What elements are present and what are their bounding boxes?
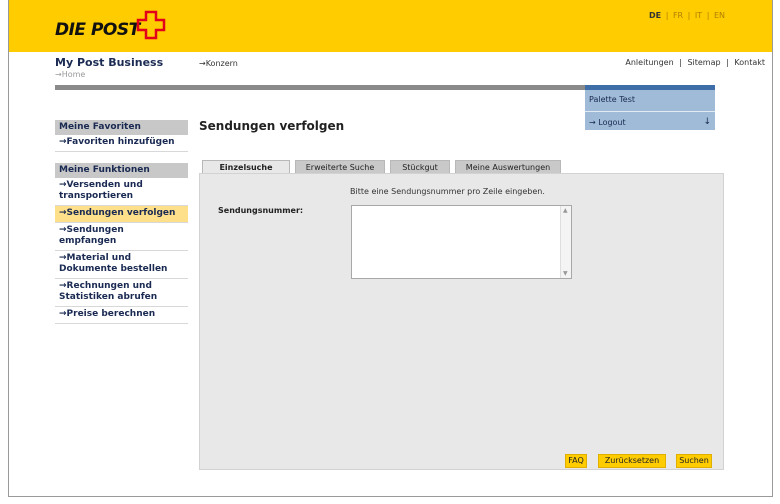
search-button[interactable]: Suchen [676,454,712,468]
sidebar-item-add-favorite[interactable]: →Favoriten hinzufügen [55,135,188,152]
sendungsnummer-label: Sendungsnummer: [218,206,304,215]
tab-meine-auswertungen[interactable]: Meine Auswertungen [455,160,561,174]
search-panel: Bitte eine Sendungsnummer pro Zeile eing… [199,173,724,470]
user-name: Palette Test [589,95,636,104]
sidebar-favorites: Meine Favoriten →Favoriten hinzufügen [55,120,188,152]
arrow-down-icon[interactable]: ↓ [703,117,711,127]
tab-stueckgut[interactable]: Stückgut [390,160,450,174]
lang-separator: | [706,11,710,20]
link-separator: | [679,58,682,67]
textarea-scrollbar[interactable]: ▲ ▼ [560,206,571,278]
swiss-cross-logo-icon [136,10,166,40]
reset-button[interactable]: Zurücksetzen [598,454,666,468]
sidebar-functions: Meine Funktionen →Versenden und transpor… [55,163,188,324]
functions-heading: Meine Funktionen [55,163,188,178]
sidebar-item-rechnungen[interactable]: →Rechnungen und Statistiken abrufen [55,279,188,307]
kontakt-link[interactable]: Kontakt [734,58,765,67]
language-switcher: DE | FR | IT | EN [649,11,725,20]
link-separator: | [726,58,729,67]
lang-separator: | [665,11,669,20]
portal-title: My Post Business [55,56,164,69]
top-links: Anleitungen | Sitemap | Kontakt [625,58,765,67]
anleitungen-link[interactable]: Anleitungen [625,58,673,67]
sidebar-item-preise-berechnen[interactable]: →Preise berechnen [55,307,188,324]
page-title: Sendungen verfolgen [199,119,345,133]
lang-fr[interactable]: FR [673,11,683,20]
user-box-divider [585,111,715,112]
lang-de[interactable]: DE [649,11,661,20]
sendungsnummer-textarea[interactable] [351,205,572,279]
input-hint: Bitte eine Sendungsnummer pro Zeile eing… [350,187,545,196]
sidebar-item-material-bestellen[interactable]: →Material und Dokumente bestellen [55,251,188,279]
sitemap-link[interactable]: Sitemap [687,58,720,67]
favorites-heading: Meine Favoriten [55,120,188,135]
site-header: DIE POST DE | FR | IT | EN [9,0,772,52]
sidebar-item-sendungen-empfangen[interactable]: →Sendungen empfangen [55,223,188,251]
lang-en[interactable]: EN [714,11,725,20]
scroll-up-icon[interactable]: ▲ [563,207,568,214]
breadcrumb-home[interactable]: →Home [55,70,85,79]
tab-erweiterte-suche[interactable]: Erweiterte Suche [295,160,385,174]
logout-link[interactable]: → Logout [589,118,626,127]
sidebar-item-sendungen-verfolgen[interactable]: →Sendungen verfolgen [55,206,188,223]
konzern-link[interactable]: →Konzern [199,59,238,68]
lang-separator: | [687,11,691,20]
divider-bar [55,85,585,90]
page-frame: DIE POST DE | FR | IT | EN My Post Busin… [8,0,773,497]
sidebar-item-versenden[interactable]: →Versenden und transportieren [55,178,188,206]
post-logo[interactable]: DIE POST [55,20,140,40]
user-box: Palette Test → Logout ↓ [585,90,715,130]
scroll-down-icon[interactable]: ▼ [563,270,568,277]
lang-it[interactable]: IT [695,11,702,20]
faq-button[interactable]: FAQ [565,454,587,468]
